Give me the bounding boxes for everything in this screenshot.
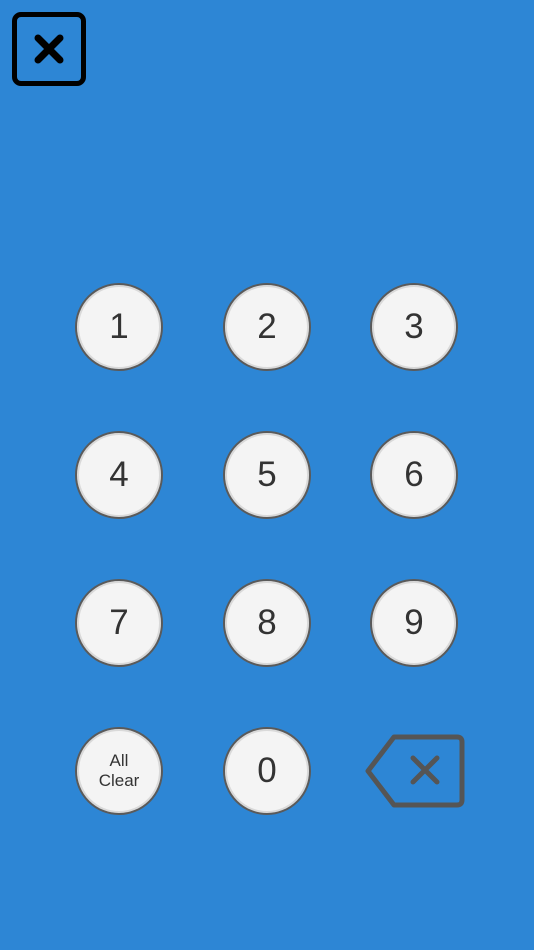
key-1[interactable]: 1 bbox=[75, 283, 163, 371]
backspace-icon bbox=[365, 734, 465, 808]
key-8[interactable]: 8 bbox=[223, 579, 311, 667]
key-2[interactable]: 2 bbox=[223, 283, 311, 371]
key-6[interactable]: 6 bbox=[370, 431, 458, 519]
key-4[interactable]: 4 bbox=[75, 431, 163, 519]
key-5[interactable]: 5 bbox=[223, 431, 311, 519]
key-7[interactable]: 7 bbox=[75, 579, 163, 667]
key-3[interactable]: 3 bbox=[370, 283, 458, 371]
backspace-button[interactable] bbox=[364, 733, 466, 809]
key-9[interactable]: 9 bbox=[370, 579, 458, 667]
key-0[interactable]: 0 bbox=[223, 727, 311, 815]
all-clear-button[interactable]: All Clear bbox=[75, 727, 163, 815]
keypad: 1 2 3 4 5 6 7 8 9 All Clear 0 bbox=[0, 0, 534, 950]
